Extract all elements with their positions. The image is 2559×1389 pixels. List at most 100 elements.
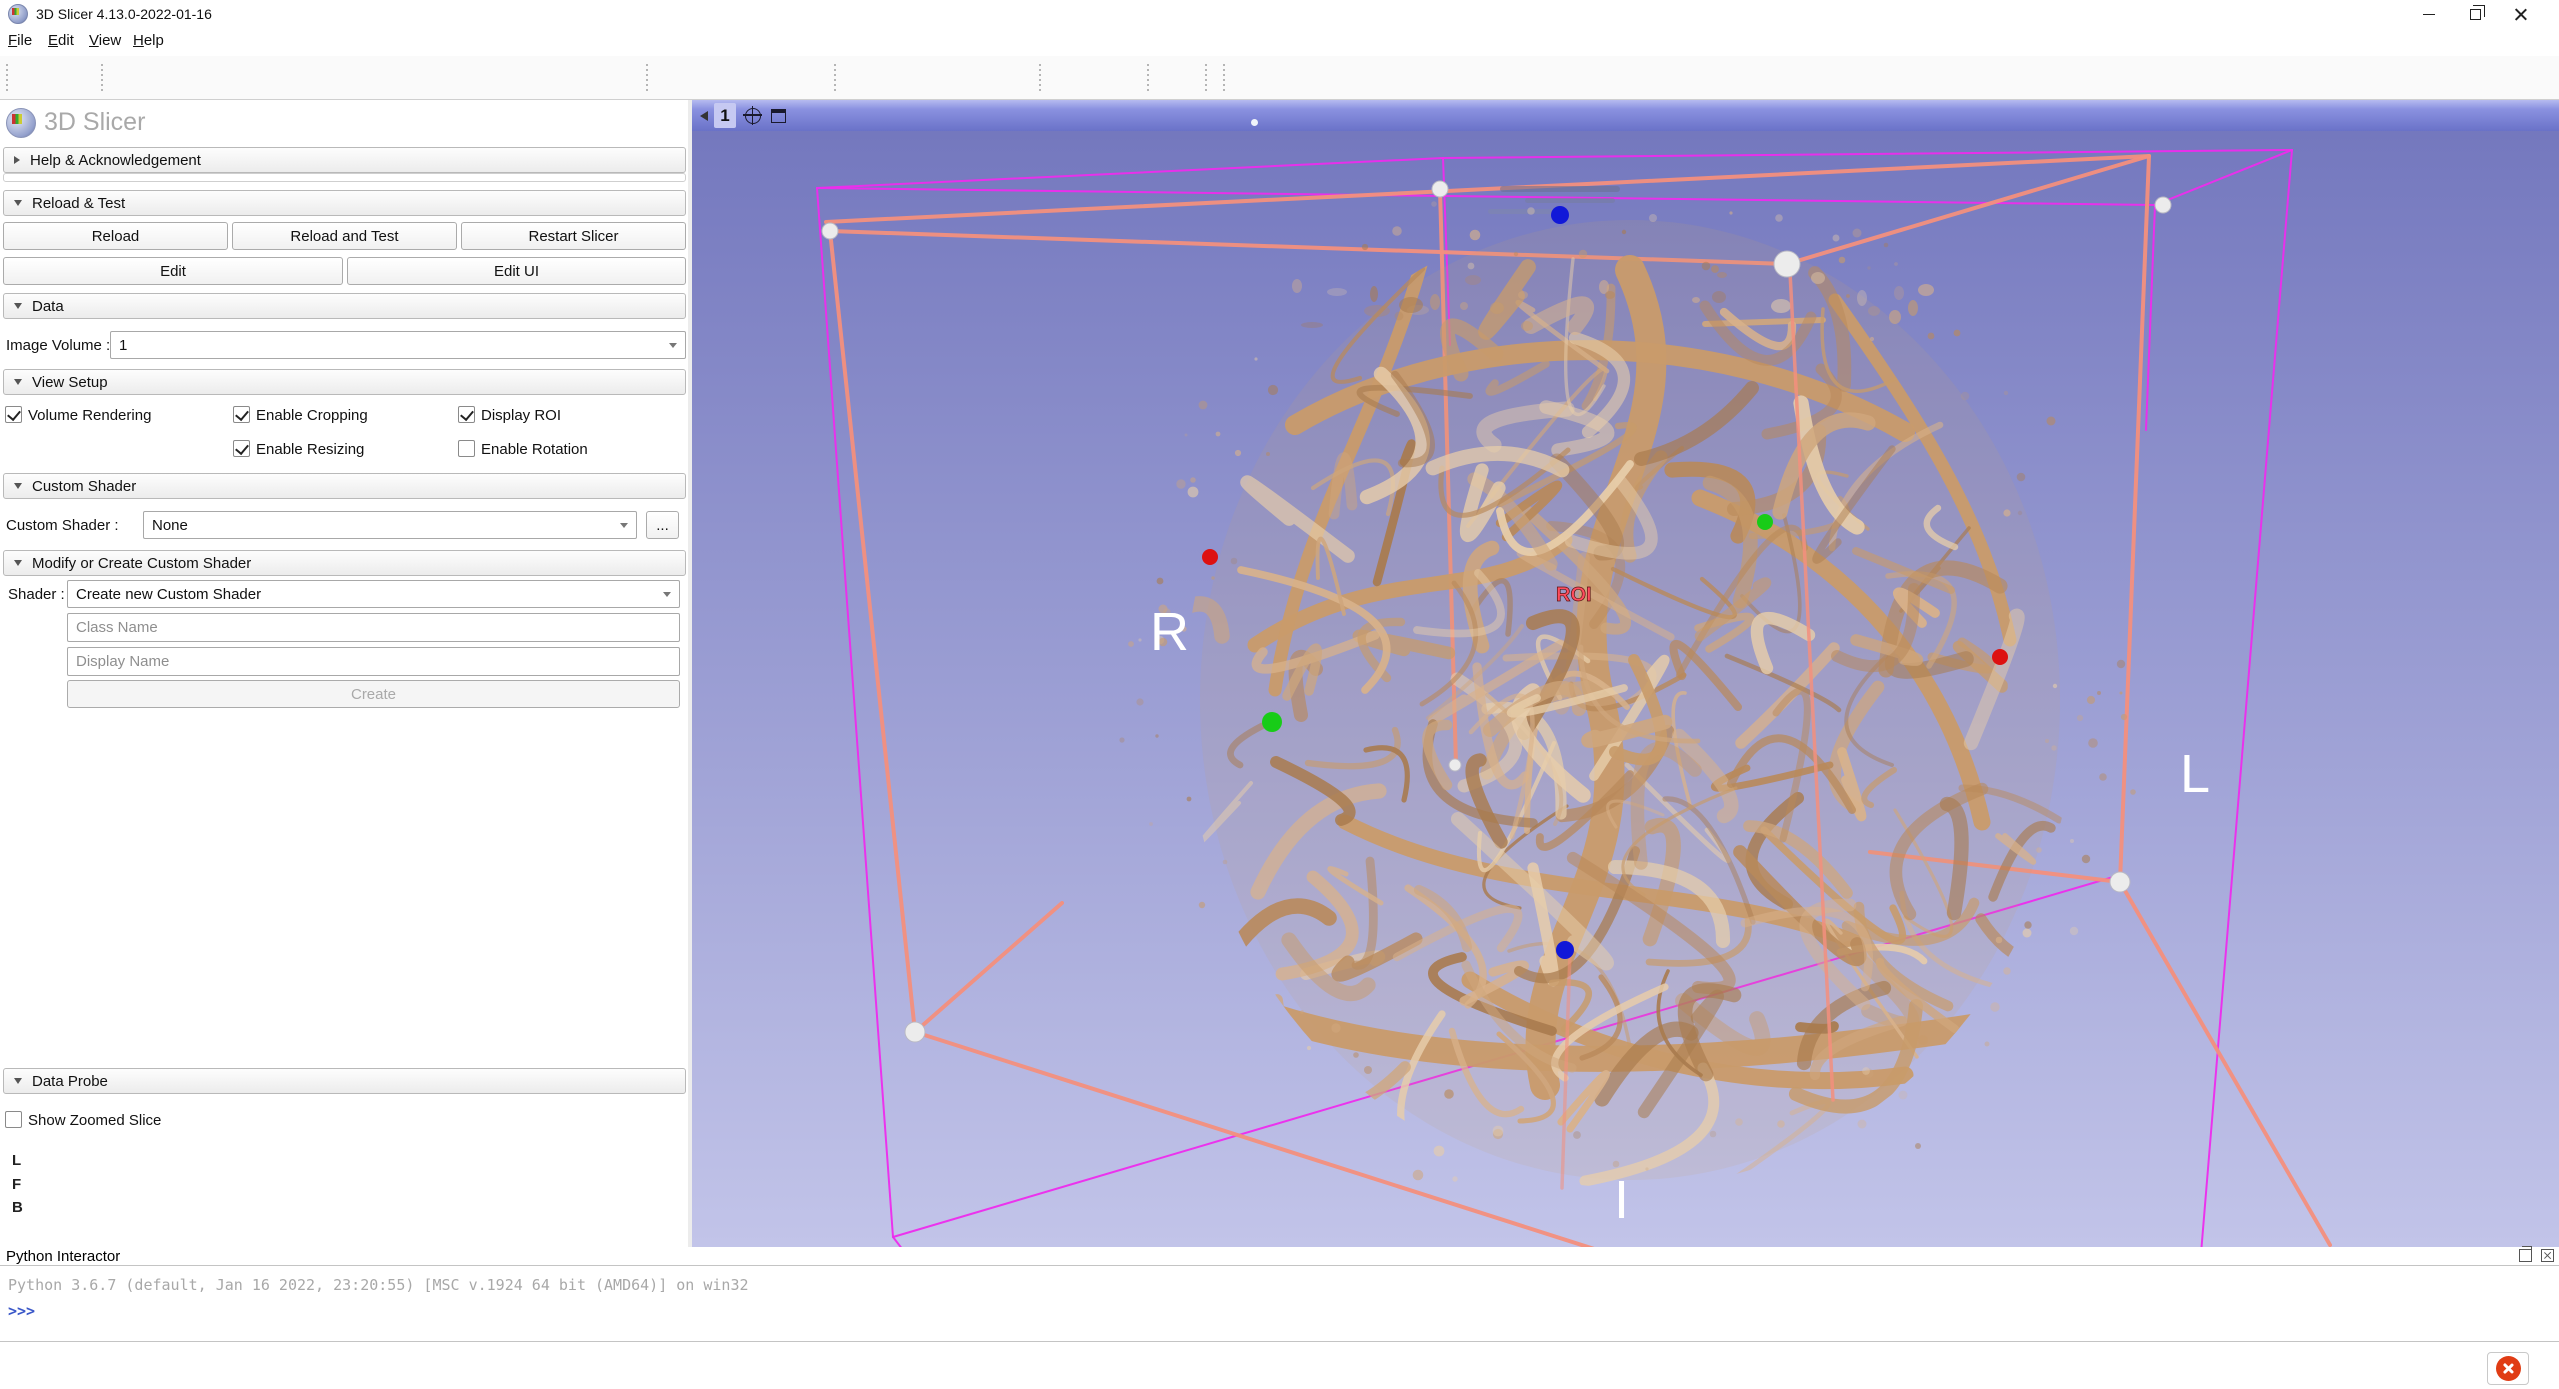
show-zoomed-slice-label: Show Zoomed Slice <box>28 1112 161 1129</box>
toolbar-separator <box>1038 64 1041 92</box>
image-volume-value: 1 <box>119 337 127 354</box>
toolbar: ↑ DATA ⇅ DCM ↓ SAVE Modules: PRISM Rende… <box>0 56 2559 100</box>
reload-and-test-button[interactable]: Reload and Test <box>232 222 457 250</box>
menu-view[interactable]: View <box>89 32 121 49</box>
expanded-arrow-icon <box>14 483 22 489</box>
menu-help[interactable]: Help <box>133 32 164 49</box>
error-log-button[interactable] <box>2487 1352 2529 1385</box>
shader-label: Shader : <box>8 586 65 603</box>
section-reload-test[interactable]: Reload & Test <box>3 190 686 216</box>
enable-rotation-checkbox[interactable] <box>458 440 475 457</box>
minimize-button[interactable] <box>2406 0 2452 28</box>
edit-button[interactable]: Edit <box>3 257 343 285</box>
custom-shader-more-button[interactable]: ... <box>646 511 679 539</box>
orientation-label-right: R <box>1150 602 1189 662</box>
enable-resizing-label: Enable Resizing <box>256 441 364 458</box>
python-prompt[interactable]: >>> <box>8 1302 35 1320</box>
toolbar-separator <box>833 64 836 92</box>
custom-shader-value: None <box>152 517 188 534</box>
create-shader-button[interactable]: Create <box>67 680 680 708</box>
maximize-button[interactable] <box>2452 0 2498 28</box>
roi-face-dot-green[interactable] <box>1757 514 1773 530</box>
toolbar-separator <box>645 64 648 92</box>
expanded-arrow-icon <box>14 200 22 206</box>
chevron-down-icon <box>669 343 677 348</box>
threed-viewport[interactable]: 1 <box>692 100 2559 1247</box>
shader-selector-value: Create new Custom Shader <box>76 586 261 603</box>
status-bar <box>0 1343 2559 1389</box>
roi-face-dot-blue[interactable] <box>1556 941 1574 959</box>
orientation-label-left: L <box>2180 744 2210 804</box>
view-crosshair-icon[interactable] <box>745 108 761 124</box>
volume-rendering-label: Volume Rendering <box>28 407 151 424</box>
view-maximize-icon[interactable] <box>771 109 786 123</box>
probe-row-l: L <box>12 1152 21 1169</box>
section-modify-create-shader[interactable]: Modify or Create Custom Shader <box>3 550 686 576</box>
enable-rotation-label: Enable Rotation <box>481 441 588 458</box>
display-name-input[interactable] <box>67 647 680 676</box>
enable-cropping-label: Enable Cropping <box>256 407 368 424</box>
menu-edit[interactable]: Edit <box>48 32 74 49</box>
menu-file[interactable]: File <box>8 32 32 49</box>
restart-slicer-button[interactable]: Restart Slicer <box>461 222 686 250</box>
python-interactor-title: Python Interactor <box>6 1248 120 1265</box>
python-interactor-header: Python Interactor <box>0 1247 2559 1265</box>
toolbar-separator <box>100 64 103 92</box>
chevron-down-icon <box>620 523 628 528</box>
section-custom-shader[interactable]: Custom Shader <box>3 473 686 499</box>
custom-shader-label: Custom Shader : <box>6 517 119 534</box>
display-roi-label: Display ROI <box>481 407 561 424</box>
collapsed-arrow-icon <box>14 156 20 164</box>
section-data-probe[interactable]: Data Probe <box>3 1068 686 1094</box>
orientation-label-inferior: I <box>1614 1170 1629 1230</box>
edit-ui-button[interactable]: Edit UI <box>347 257 686 285</box>
python-console[interactable]: Python 3.6.7 (default, Jan 16 2022, 23:2… <box>0 1265 2559 1342</box>
menu-bar: File Edit View Help <box>0 28 2559 56</box>
expanded-arrow-icon <box>14 560 22 566</box>
python-banner: Python 3.6.7 (default, Jan 16 2022, 23:2… <box>8 1276 749 1294</box>
module-panel: 3D Slicer Help & Acknowledgement Reload … <box>0 100 688 1247</box>
window-title: 3D Slicer 4.13.0-2022-01-16 <box>36 6 212 22</box>
threed-scene[interactable]: R L I ROI <box>692 131 2559 1247</box>
panel-app-title: 3D Slicer <box>44 108 145 137</box>
probe-row-f: F <box>12 1176 21 1193</box>
roi-face-dot-blue[interactable] <box>1551 206 1569 224</box>
slicer-logo-icon <box>8 4 28 24</box>
collapsed-section-strip <box>3 173 686 182</box>
section-view-setup[interactable]: View Setup <box>3 369 686 395</box>
view-label: 1 <box>714 103 736 128</box>
display-roi-checkbox[interactable] <box>458 406 475 423</box>
pin-icon[interactable] <box>700 111 708 121</box>
undock-icon[interactable] <box>2519 1249 2532 1262</box>
class-name-input[interactable] <box>67 613 680 642</box>
section-data[interactable]: Data <box>3 293 686 319</box>
title-bar: 3D Slicer 4.13.0-2022-01-16 <box>0 0 2559 28</box>
roi-face-dot-red[interactable] <box>1992 649 2008 665</box>
close-panel-icon[interactable] <box>2541 1249 2554 1262</box>
roi-face-dot-green[interactable] <box>1262 712 1282 732</box>
volume-rendering-checkbox[interactable] <box>5 406 22 423</box>
slicer-panel-logo-icon <box>6 108 36 138</box>
error-icon <box>2496 1356 2521 1381</box>
section-help-acknowledgement[interactable]: Help & Acknowledgement <box>3 147 686 173</box>
toolbar-separator <box>1146 64 1149 92</box>
show-zoomed-slice-checkbox[interactable] <box>5 1111 22 1128</box>
enable-cropping-checkbox[interactable] <box>233 406 250 423</box>
reload-button[interactable]: Reload <box>3 222 228 250</box>
custom-shader-selector[interactable]: None <box>143 511 637 539</box>
toolbar-handle[interactable] <box>5 64 8 92</box>
view-controller-bar: 1 <box>692 100 2559 131</box>
shader-selector[interactable]: Create new Custom Shader <box>67 580 680 608</box>
toolbar-separator <box>1204 64 1207 92</box>
close-button[interactable] <box>2498 0 2544 28</box>
expanded-arrow-icon <box>14 303 22 309</box>
enable-resizing-checkbox[interactable] <box>233 440 250 457</box>
roi-name-label: ROI <box>1556 584 1592 606</box>
image-volume-label: Image Volume : <box>6 337 110 354</box>
chevron-down-icon <box>663 592 671 597</box>
probe-row-b: B <box>12 1199 23 1216</box>
toolbar-separator <box>1222 64 1225 92</box>
roi-face-dot-red[interactable] <box>1202 549 1218 565</box>
expanded-arrow-icon <box>14 1078 22 1084</box>
image-volume-selector[interactable]: 1 <box>110 331 686 359</box>
